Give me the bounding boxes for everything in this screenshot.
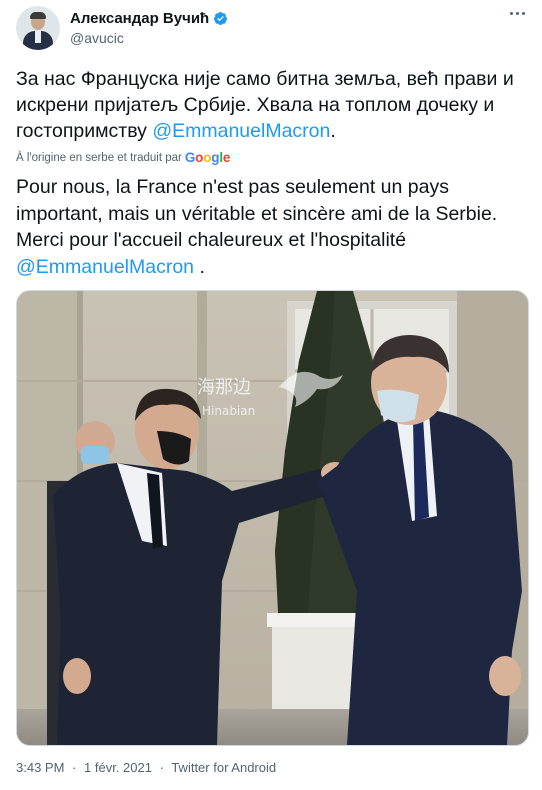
- mention-link-translated[interactable]: @EmmanuelMacron: [16, 256, 194, 278]
- more-options-icon[interactable]: [510, 12, 528, 18]
- author-name-row[interactable]: Александар Вучић: [70, 10, 228, 27]
- meta-separator: ·: [72, 760, 77, 775]
- mention-link[interactable]: @EmmanuelMacron: [152, 120, 330, 142]
- tweet-text-original-end: .: [330, 120, 336, 142]
- tweet-text-translated: Pour nous, la France n'est pas seulement…: [16, 174, 531, 280]
- tweet: Александар Вучић @avucic За нас Француск…: [0, 0, 542, 790]
- author-handle[interactable]: @avucic: [70, 30, 124, 46]
- watermark-cn: 海那边: [197, 377, 251, 398]
- verified-badge-icon: [214, 11, 228, 26]
- translation-note-text: À l'origine en serbe et traduit par: [16, 151, 182, 164]
- google-logo: Google: [184, 150, 231, 165]
- author-name[interactable]: Александар Вучић: [70, 10, 209, 27]
- tweet-text-translated-end: .: [194, 255, 205, 278]
- meta-separator: ·: [159, 760, 164, 775]
- tweet-time[interactable]: 3:43 PM: [16, 760, 64, 775]
- tweet-source[interactable]: Twitter for Android: [171, 760, 276, 775]
- tweet-photo[interactable]: 海那边 Hinabian: [16, 290, 529, 746]
- tweet-text-original: За нас Француска није само битна земља, …: [16, 66, 526, 144]
- avatar[interactable]: [16, 6, 60, 50]
- photo-illustration: 海那边 Hinabian: [17, 291, 528, 745]
- tweet-date[interactable]: 1 févr. 2021: [84, 760, 152, 775]
- translation-note: À l'origine en serbe et traduit par Goog…: [16, 150, 230, 165]
- tweet-meta: 3:43 PM · 1 févr. 2021 · Twitter for And…: [16, 760, 280, 775]
- watermark-en: Hinabian: [202, 404, 255, 418]
- tweet-text-translated-main: Pour nous, la France n'est pas seulement…: [16, 176, 498, 251]
